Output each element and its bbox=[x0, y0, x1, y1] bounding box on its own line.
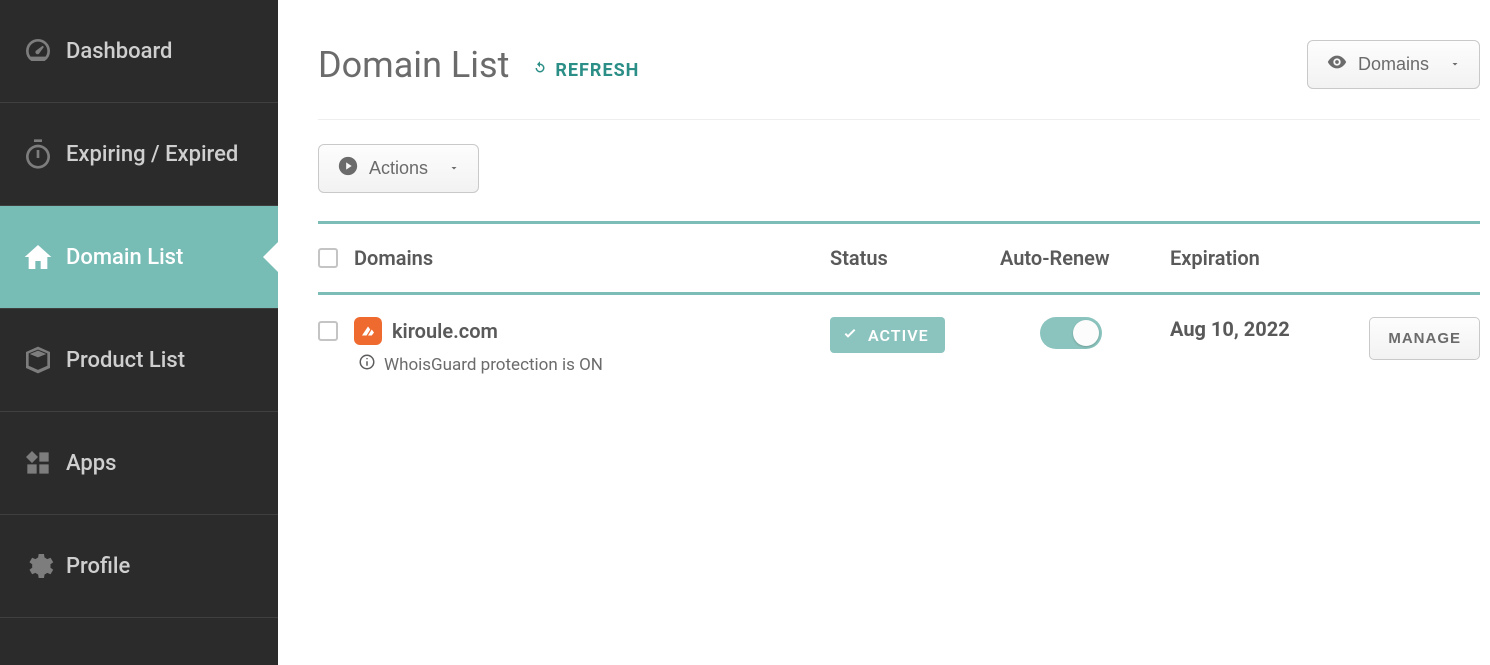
namecheap-logo-icon bbox=[354, 317, 382, 345]
gauge-icon bbox=[22, 35, 66, 67]
col-header-domains[interactable]: Domains bbox=[354, 246, 830, 270]
view-dropdown[interactable]: Domains bbox=[1307, 40, 1480, 89]
actions-dropdown[interactable]: Actions bbox=[318, 144, 479, 193]
sidebar-item-profile[interactable]: Profile bbox=[0, 515, 278, 618]
sidebar-item-domain-list[interactable]: Domain List bbox=[0, 206, 278, 309]
page-header: Domain List REFRESH Domains bbox=[318, 40, 1480, 120]
expiration-date: Aug 10, 2022 bbox=[1170, 317, 1290, 341]
refresh-label: REFRESH bbox=[555, 60, 639, 81]
sidebar-item-label: Apps bbox=[66, 451, 116, 476]
view-dropdown-label: Domains bbox=[1358, 54, 1429, 75]
sidebar-item-label: Product List bbox=[66, 348, 185, 373]
main-content: Domain List REFRESH Domains Actions bbox=[278, 0, 1490, 665]
sidebar-item-label: Domain List bbox=[66, 245, 183, 270]
table-row: kiroule.com WhoisGuard protection is ON … bbox=[318, 295, 1480, 376]
auto-renew-toggle[interactable] bbox=[1040, 317, 1102, 349]
page-title: Domain List bbox=[318, 44, 509, 86]
status-badge: ACTIVE bbox=[830, 317, 945, 353]
info-icon bbox=[358, 353, 376, 376]
refresh-icon bbox=[531, 59, 549, 82]
domains-table: Domains Status Auto-Renew Expiration kir… bbox=[318, 221, 1480, 376]
select-all-checkbox[interactable] bbox=[318, 248, 338, 268]
sidebar-item-label: Dashboard bbox=[66, 39, 172, 64]
col-header-status[interactable]: Status bbox=[830, 246, 1000, 270]
col-header-auto-renew[interactable]: Auto-Renew bbox=[1000, 246, 1170, 270]
whois-note: WhoisGuard protection is ON bbox=[384, 355, 603, 375]
sidebar-item-expiring[interactable]: Expiring / Expired bbox=[0, 103, 278, 206]
table-header-row: Domains Status Auto-Renew Expiration bbox=[318, 224, 1480, 295]
domain-name[interactable]: kiroule.com bbox=[392, 319, 498, 343]
box-icon bbox=[22, 344, 66, 376]
actions-label: Actions bbox=[369, 158, 428, 179]
col-header-expiration[interactable]: Expiration bbox=[1170, 246, 1350, 270]
manage-button[interactable]: MANAGE bbox=[1369, 317, 1480, 360]
sidebar-item-label: Profile bbox=[66, 554, 130, 579]
eye-icon bbox=[1326, 51, 1348, 78]
caret-down-icon bbox=[448, 158, 460, 179]
gear-icon bbox=[22, 550, 66, 582]
sidebar-item-label: Expiring / Expired bbox=[66, 142, 238, 167]
sidebar-item-dashboard[interactable]: Dashboard bbox=[0, 0, 278, 103]
home-icon bbox=[22, 241, 66, 273]
toolbar: Actions bbox=[318, 144, 1480, 193]
refresh-button[interactable]: REFRESH bbox=[531, 59, 639, 82]
stopwatch-icon bbox=[22, 138, 66, 170]
sidebar-item-apps[interactable]: Apps bbox=[0, 412, 278, 515]
row-checkbox[interactable] bbox=[318, 321, 338, 341]
status-label: ACTIVE bbox=[868, 326, 929, 345]
caret-down-icon bbox=[1449, 54, 1461, 75]
sidebar-item-product-list[interactable]: Product List bbox=[0, 309, 278, 412]
sidebar: Dashboard Expiring / Expired Domain List… bbox=[0, 0, 278, 665]
check-icon bbox=[842, 325, 858, 345]
grid-icon bbox=[22, 447, 66, 479]
play-circle-icon bbox=[337, 155, 359, 182]
